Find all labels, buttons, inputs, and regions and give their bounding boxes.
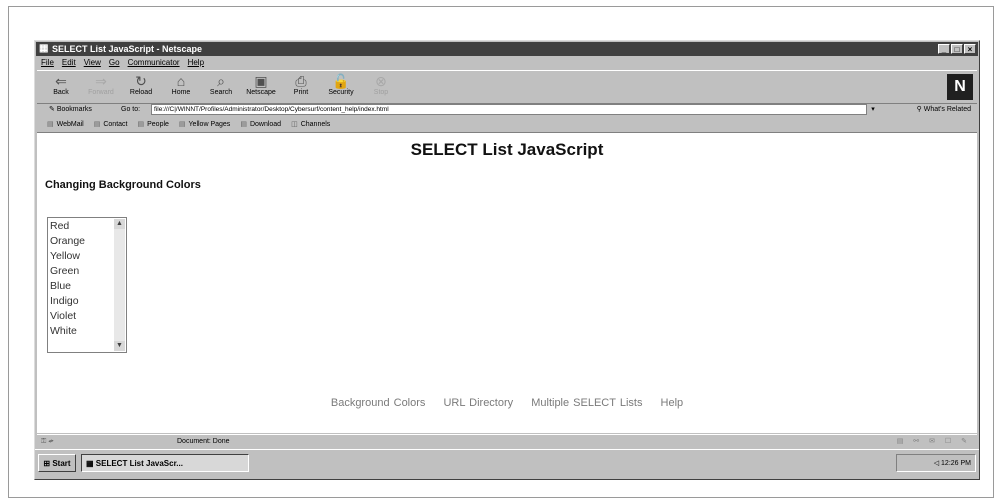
section-heading: Changing Background Colors (45, 179, 201, 191)
link-help[interactable]: Help (661, 397, 684, 409)
color-option-yellow[interactable]: Yellow (50, 249, 85, 264)
security-button[interactable]: 🔓 Security (323, 73, 359, 101)
lock-icon: 🔓 (332, 73, 350, 89)
url-input[interactable]: file:///C|/WINNT/Profiles/Administrator/… (151, 104, 867, 115)
reload-button[interactable]: ↻ Reload (123, 73, 159, 101)
color-option-red[interactable]: Red (50, 219, 85, 234)
title-bar: ▦ SELECT List JavaScript - Netscape _ □ … (36, 42, 978, 56)
home-icon: ⌂ (176, 73, 186, 89)
taskbar: ⊞ Start ▦ SELECT List JavaScr... ◁ 12:26… (35, 449, 979, 478)
maximize-button[interactable]: □ (951, 44, 963, 54)
color-option-white[interactable]: White (50, 324, 85, 339)
taskbar-item-browser[interactable]: ▦ SELECT List JavaScr... (81, 454, 249, 472)
forward-button[interactable]: ⇒ Forward (83, 73, 119, 101)
whats-related-button[interactable]: ⚲ What's Related (917, 103, 971, 117)
bookmark-icon: ▤ (47, 121, 54, 128)
footer-links: Background Colors URL Directory Multiple… (37, 397, 977, 409)
goto-label: Go to: (121, 106, 141, 113)
print-icon: ⎙ (295, 73, 307, 89)
color-select-list[interactable]: Red Orange Yellow Green Blue Indigo Viol… (47, 217, 127, 353)
window-title: SELECT List JavaScript - Netscape (52, 44, 203, 54)
netscape-button[interactable]: ▣ Netscape (243, 73, 279, 101)
listbox-scrollbar[interactable]: ▲ ▼ (114, 219, 125, 351)
url-dropdown-icon[interactable]: ▾ (869, 105, 877, 114)
bookmark-icon: ▤ (240, 121, 247, 128)
bookmarks-icon: ✎ (49, 106, 57, 113)
menu-view[interactable]: View (84, 57, 101, 69)
netscape-app-icon: ▦ (39, 43, 49, 54)
menu-go[interactable]: Go (109, 57, 120, 69)
home-button[interactable]: ⌂ Home (163, 73, 199, 101)
start-button[interactable]: ⊞ Start (38, 454, 76, 472)
personal-item-download[interactable]: ▤ Download (240, 118, 281, 132)
menu-edit[interactable]: Edit (62, 57, 76, 69)
system-tray: ◁ 12:26 PM (896, 454, 976, 472)
clock: 12:26 PM (941, 460, 971, 467)
color-option-violet[interactable]: Violet (50, 309, 85, 324)
status-bar: ⚿ ◂▸ Document: Done ▤ ⚯ ✉ ☐ ✎ (37, 434, 977, 448)
back-button[interactable]: ⇐ Back (43, 73, 79, 101)
reload-icon: ↻ (135, 73, 147, 89)
scroll-up-icon[interactable]: ▲ (114, 219, 125, 229)
stop-icon: ⊗ (375, 73, 387, 89)
color-option-indigo[interactable]: Indigo (50, 294, 85, 309)
color-option-blue[interactable]: Blue (50, 279, 85, 294)
stop-button[interactable]: ⊗ Stop (363, 73, 399, 101)
color-option-green[interactable]: Green (50, 264, 85, 279)
menu-communicator[interactable]: Communicator (128, 57, 180, 69)
related-icon: ⚲ (916, 106, 924, 113)
color-option-orange[interactable]: Orange (50, 234, 85, 249)
windows-logo-icon: ⊞ (43, 459, 53, 468)
connection-status-icon: ⚿ ◂▸ (41, 438, 54, 445)
bookmark-icon: ▤ (93, 121, 101, 128)
personal-item-channels[interactable]: ◫ Channels (291, 118, 330, 132)
minimize-button[interactable]: _ (938, 44, 950, 54)
netscape-logo: N (947, 74, 973, 100)
channels-icon: ◫ (291, 121, 298, 128)
menu-help[interactable]: Help (188, 57, 204, 69)
menu-file[interactable]: File (41, 57, 54, 69)
browser-window: ▦ SELECT List JavaScript - Netscape _ □ … (34, 40, 980, 480)
link-multiple-select-lists[interactable]: Multiple SELECT Lists (531, 397, 642, 409)
bookmark-icon: ▤ (178, 121, 186, 128)
personal-item-webmail[interactable]: ▤ WebMail (47, 118, 84, 132)
personal-item-contact[interactable]: ▤ Contact (94, 118, 128, 132)
navigation-toolbar: ⇐ Back ⇒ Forward ↻ Reload ⌂ Home ⌕ Search ▣ Ne… (37, 70, 977, 104)
bookmark-icon: ▤ (137, 121, 145, 128)
link-url-directory[interactable]: URL Directory (443, 397, 513, 409)
bookmarks-button[interactable]: ✎ Bookmarks (49, 103, 92, 117)
personal-toolbar: ▤ WebMail ▤ Contact ▤ People ▤ Yellow Pages … (37, 118, 977, 133)
back-arrow-icon: ⇐ (55, 73, 67, 89)
close-button[interactable]: × (964, 44, 976, 54)
component-bar-icons[interactable]: ▤ ⚯ ✉ ☐ ✎ (897, 435, 971, 448)
print-button[interactable]: ⎙ Print (283, 73, 319, 101)
scroll-down-icon[interactable]: ▼ (114, 341, 125, 351)
forward-arrow-icon: ⇒ (95, 73, 107, 89)
search-icon: ⌕ (217, 73, 225, 89)
link-background-colors[interactable]: Background Colors (331, 397, 426, 409)
netscape-task-icon: ▦ (86, 459, 96, 468)
personal-item-yellow-pages[interactable]: ▤ Yellow Pages (179, 118, 230, 132)
page-title: SELECT List JavaScript (410, 140, 604, 159)
netscape-icon: ▣ (254, 73, 268, 89)
menu-bar: File Edit View Go Communicator Help (37, 57, 204, 69)
location-bar: ✎ Bookmarks Go to: file:///C|/WINNT/Prof… (37, 103, 977, 117)
status-text: Document: Done (177, 438, 230, 445)
volume-icon[interactable]: ◁ (934, 460, 941, 467)
search-button[interactable]: ⌕ Search (203, 73, 239, 101)
personal-item-people[interactable]: ▤ People (137, 118, 168, 132)
page-content: SELECT List JavaScript Changing Backgrou… (37, 133, 977, 433)
